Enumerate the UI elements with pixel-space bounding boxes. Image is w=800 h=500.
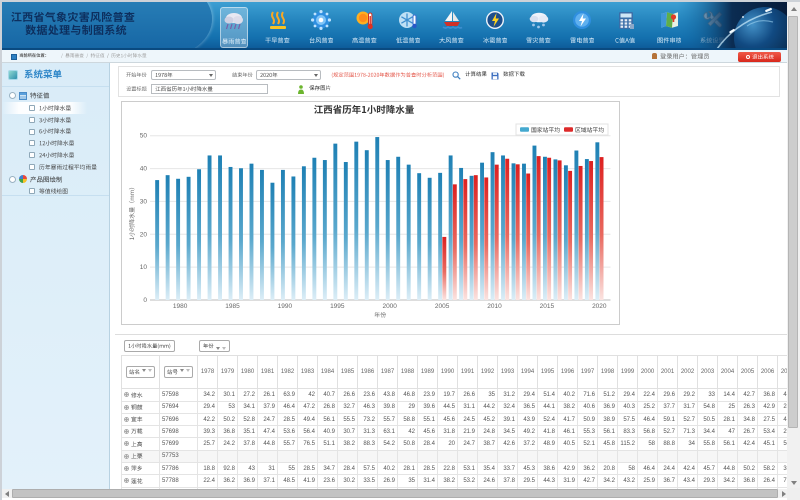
svg-text:40: 40: [139, 166, 147, 173]
svg-text:20: 20: [139, 231, 147, 238]
svg-text:1995: 1995: [330, 303, 345, 310]
svg-text:1980: 1980: [172, 303, 187, 310]
svg-text:2005: 2005: [434, 303, 449, 310]
svg-text:1990: 1990: [277, 303, 292, 310]
svg-text:2020: 2020: [592, 303, 607, 310]
svg-text:2015: 2015: [539, 303, 554, 310]
svg-text:50: 50: [139, 133, 147, 140]
svg-text:0: 0: [143, 297, 147, 304]
svg-text:30: 30: [139, 198, 147, 205]
svg-text:1985: 1985: [225, 303, 240, 310]
svg-text:2000: 2000: [382, 303, 397, 310]
svg-text:2010: 2010: [487, 303, 502, 310]
svg-text:10: 10: [139, 264, 147, 271]
